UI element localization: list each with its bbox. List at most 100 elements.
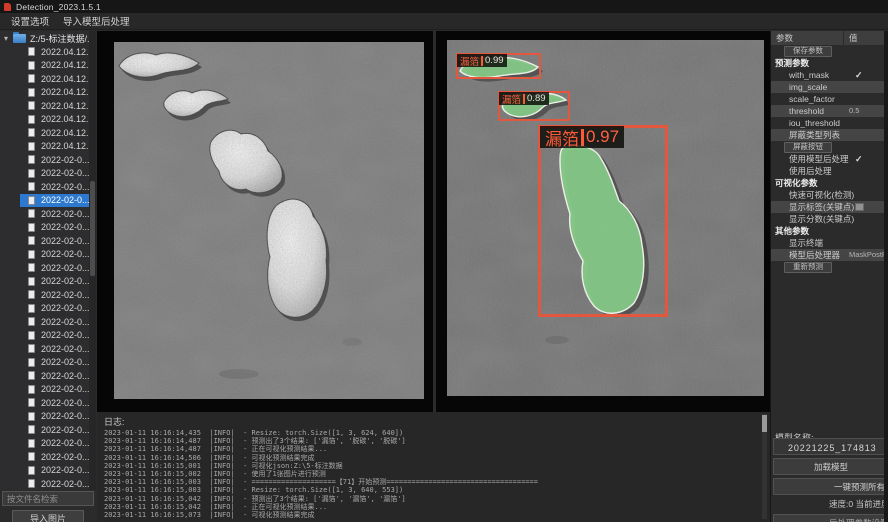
file-icon: [28, 344, 35, 353]
file-icon: [28, 223, 35, 232]
file-icon: [28, 74, 35, 83]
tree-item[interactable]: 2022-02-0...: [20, 302, 96, 316]
image-panel-original[interactable]: [97, 31, 433, 412]
param-row[interactable]: 快速可视化(检测): [771, 189, 888, 201]
param-action-button[interactable]: 重新预测: [784, 262, 832, 273]
tree-root-folder[interactable]: ▾ Z:/5-标注数据/...: [0, 31, 96, 45]
model-name-field[interactable]: 20221225_174813: [773, 438, 887, 455]
tree-item[interactable]: 2022-02-0...: [20, 342, 96, 356]
log-scrollbar-thumb[interactable]: [762, 415, 767, 432]
tree-item[interactable]: 2022-02-0...: [20, 221, 96, 235]
checkbox-unchecked[interactable]: [855, 203, 864, 211]
tree-item[interactable]: 2022.04.12...: [20, 126, 96, 140]
file-icon: [28, 466, 35, 475]
log-line: 2023-01-11 16:16:14,435 |INFO| - Resize:…: [104, 429, 754, 437]
tree-item[interactable]: 2022-02-0...: [20, 167, 96, 181]
tree-item[interactable]: 2022-02-0...: [20, 450, 96, 464]
param-action-button[interactable]: 屏蔽按钮: [784, 142, 832, 153]
param-row[interactable]: 保存参数: [771, 45, 888, 57]
filename-search-input[interactable]: [2, 491, 94, 506]
predict-all-button[interactable]: 一键预测所有图片: [773, 478, 887, 495]
log-line: 2023-01-11 16:16:15,042 |INFO| - 预测出了3个结…: [104, 495, 754, 503]
param-row[interactable]: 屏蔽类型列表: [771, 129, 888, 141]
tree-item[interactable]: 2022.04.12...: [20, 59, 96, 73]
log-panel: 日志: 2023-01-11 16:16:14,435 |INFO| - Res…: [97, 412, 770, 522]
param-row[interactable]: threshold0.5: [771, 105, 888, 117]
image-panel-prediction[interactable]: 漏箔0.99漏箔0.89漏箔0.97: [436, 31, 770, 412]
param-row[interactable]: 显示终端: [771, 237, 888, 249]
tree-item[interactable]: 2022-02-0...: [20, 207, 96, 221]
tree-item[interactable]: 2022-02-0...: [20, 396, 96, 410]
param-action-button[interactable]: 保存参数: [784, 46, 832, 57]
param-label: 屏蔽类型列表: [789, 129, 840, 141]
param-column-header: 参数: [771, 31, 843, 45]
tree-item[interactable]: 2022-02-0...: [20, 383, 96, 397]
file-icon: [28, 182, 35, 191]
params-table-rows: 保存参数预测参数with_mask✓img_scalescale_factort…: [771, 45, 888, 273]
tree-item-label: 2022-02-0...: [41, 425, 90, 435]
tree-item[interactable]: 2022-02-0...: [20, 261, 96, 275]
tree-item[interactable]: 2022-02-0...: [20, 234, 96, 248]
tree-item[interactable]: 2022.04.12...: [20, 140, 96, 154]
param-row[interactable]: 屏蔽按钮: [771, 141, 888, 153]
detection-class-text: 漏箔: [545, 125, 579, 150]
tree-item[interactable]: 2022.04.12...: [20, 72, 96, 86]
log-line: 2023-01-11 16:16:15,042 |INFO| - 正在可视化预测…: [104, 503, 754, 511]
param-row[interactable]: iou_threshold: [771, 117, 888, 129]
tree-item-label: 2022-02-0...: [41, 249, 90, 259]
tree-item[interactable]: 2022-02-0...: [20, 356, 96, 370]
tree-item[interactable]: 2022-02-0...: [20, 369, 96, 383]
param-row[interactable]: with_mask ✓: [771, 69, 888, 81]
param-row[interactable]: 使用后处理: [771, 165, 888, 177]
tree-item[interactable]: 2022-02-0...: [20, 275, 96, 289]
tree-item[interactable]: 2022-02-0...: [20, 194, 96, 208]
log-title: 日志:: [104, 415, 125, 428]
param-label: img_scale: [789, 81, 827, 93]
param-label: 显示标签(关键点): [789, 201, 854, 213]
menu-import-model-postprocess[interactable]: 导入模型后处理: [60, 13, 133, 29]
tree-item[interactable]: 2022.04.12...: [20, 86, 96, 100]
original-image: [114, 42, 424, 399]
tree-item[interactable]: 2022.04.12...: [20, 113, 96, 127]
param-row[interactable]: 模型后处理器MaskPostPro: [771, 249, 888, 261]
param-row[interactable]: 显示标签(关键点): [771, 201, 888, 213]
load-model-button[interactable]: 加载模型: [773, 458, 887, 475]
import-images-button[interactable]: 导入图片: [12, 510, 84, 522]
tree-scrollbar-thumb[interactable]: [90, 181, 95, 276]
tree-item[interactable]: 2022-02-0...: [20, 410, 96, 424]
postprocess-params-button[interactable]: 后处理参数设置: [773, 514, 887, 522]
param-row[interactable]: 使用模型后处理✓: [771, 153, 888, 165]
tree-item[interactable]: 2022.04.12...: [20, 99, 96, 113]
detection-class-text: 漏箔: [460, 54, 479, 68]
tree-item-label: 2022.04.12...: [41, 74, 94, 84]
tree-item[interactable]: 2022-02-0...: [20, 329, 96, 343]
tree-item[interactable]: 2022-02-0...: [20, 153, 96, 167]
model-name-value: 20221225_174813: [788, 443, 877, 453]
tree-item[interactable]: 2022-02-0...: [20, 288, 96, 302]
checkbox-checked-icon[interactable]: ✓: [855, 69, 863, 81]
tree-item-label: 2022.04.12...: [41, 60, 94, 70]
tree-item[interactable]: 2022-02-0...: [20, 437, 96, 451]
param-row[interactable]: scale_factor: [771, 93, 888, 105]
tree-item-label: 2022.04.12...: [41, 141, 94, 151]
param-row[interactable]: img_scale: [771, 81, 888, 93]
param-label: 显示分数(关键点): [789, 213, 854, 225]
tree-item[interactable]: 2022-02-0...: [20, 315, 96, 329]
param-label: with_mask: [789, 69, 829, 81]
tree-item[interactable]: 2022-02-0...: [20, 180, 96, 194]
params-scrollbar[interactable]: [884, 31, 888, 522]
tree-item[interactable]: 2022-02-0...: [20, 477, 96, 490]
tree-item[interactable]: 2022-02-0...: [20, 464, 96, 478]
menu-settings[interactable]: 设置选项: [8, 13, 52, 29]
tree-scrollbar[interactable]: [89, 31, 96, 490]
tree-item[interactable]: 2022-02-0...: [20, 248, 96, 262]
log-scrollbar[interactable]: [762, 414, 767, 519]
params-panel: 参数 值 保存参数预测参数with_mask✓img_scalescale_fa…: [770, 31, 888, 522]
checkbox-checked-icon[interactable]: ✓: [855, 153, 863, 165]
expand-arrow-icon[interactable]: ▾: [4, 34, 8, 43]
tree-item-label: 2022-02-0...: [41, 465, 90, 475]
param-row[interactable]: 重新预测: [771, 261, 888, 273]
param-row[interactable]: 显示分数(关键点): [771, 213, 888, 225]
tree-item[interactable]: 2022.04.12...: [20, 45, 96, 59]
tree-item[interactable]: 2022-02-0...: [20, 423, 96, 437]
